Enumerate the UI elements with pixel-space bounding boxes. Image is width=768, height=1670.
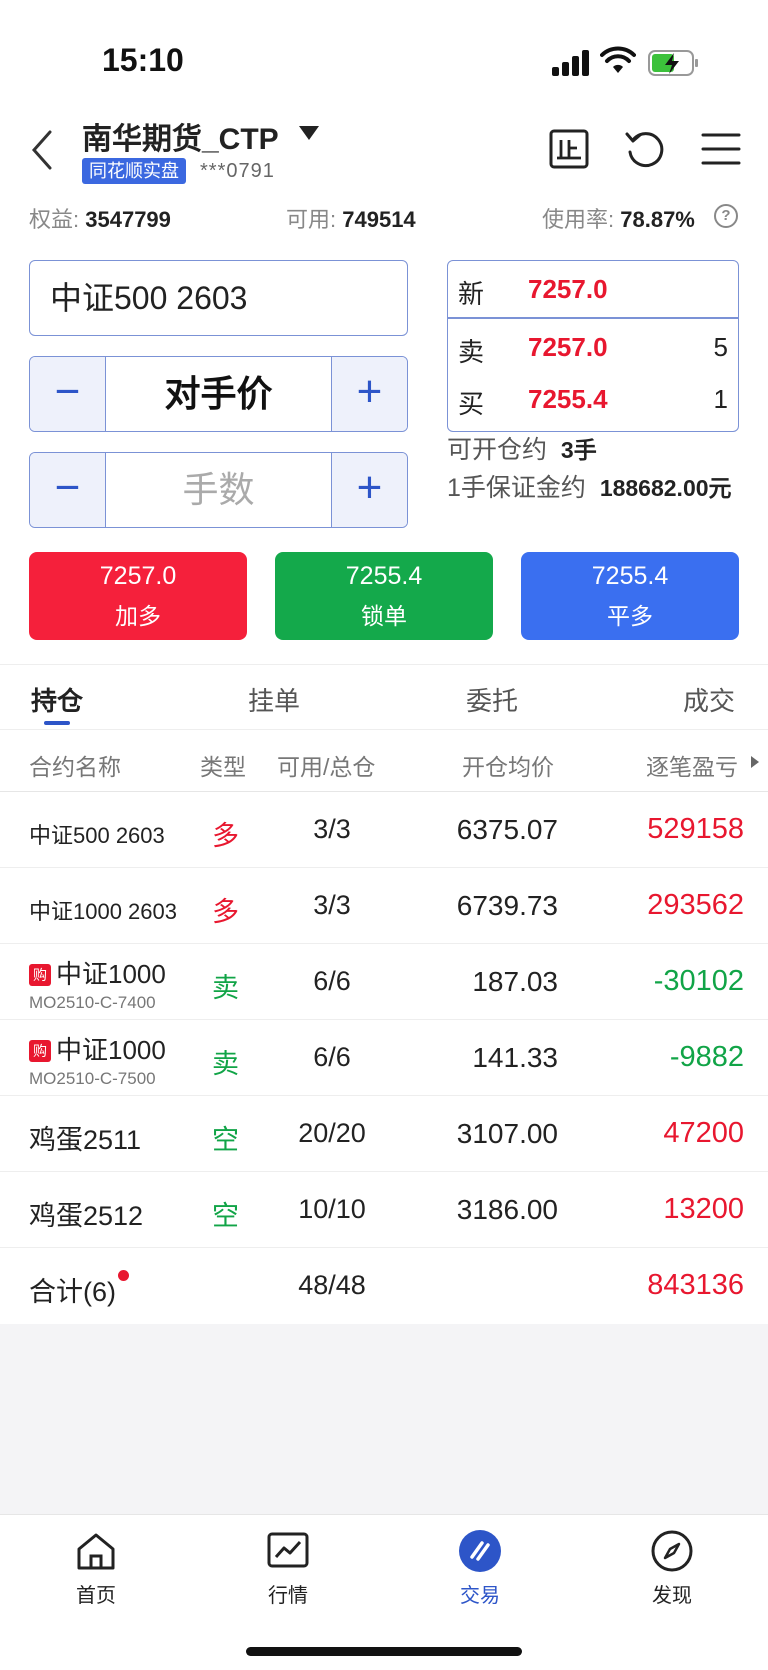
- price-minus-button[interactable]: −: [30, 357, 106, 431]
- total-qty: 48/48: [298, 1270, 366, 1300]
- refresh-icon[interactable]: [624, 128, 666, 170]
- available: 可用: 749514: [286, 207, 416, 232]
- tab-positions[interactable]: 持仓: [31, 681, 83, 718]
- account-id: ***0791: [200, 160, 275, 182]
- tab-orders[interactable]: 委托: [466, 681, 518, 718]
- table-row[interactable]: 中证1000 2603 多 3/3 6739.73 293562: [0, 868, 768, 944]
- battery-icon: [648, 50, 698, 76]
- table-row[interactable]: 中证500 2603 多 3/3 6375.07 529158: [0, 792, 768, 868]
- price-stepper: − 对手价 +: [29, 356, 408, 432]
- account-header: 南华期货_CTP 同花顺实盘 ***0791: [0, 110, 768, 190]
- account-type-badge: 同花顺实盘: [82, 158, 186, 184]
- nav-market[interactable]: 行情: [228, 1529, 348, 1608]
- tab-pending[interactable]: 挂单: [248, 681, 300, 718]
- available-value: 749514: [342, 207, 416, 232]
- call-option-tag: 购: [29, 1040, 51, 1062]
- col-contract[interactable]: 合约名称: [29, 748, 121, 782]
- price-plus-button[interactable]: +: [331, 357, 407, 431]
- trade-screen: 15:10 南华期货_CTP 同花顺实盘 ***0791 权益: 3547799…: [0, 0, 768, 1670]
- last-price: 7257.0: [528, 274, 608, 304]
- back-arrow-icon[interactable]: [28, 128, 58, 172]
- ask-price: 7257.0: [528, 332, 608, 362]
- menu-icon[interactable]: [700, 128, 742, 170]
- home-icon: [77, 1533, 115, 1570]
- tab-trades[interactable]: 成交: [683, 681, 735, 718]
- call-option-tag: 购: [29, 964, 51, 986]
- dropdown-caret-icon[interactable]: [298, 124, 320, 142]
- nav-discover[interactable]: 发现: [612, 1529, 732, 1608]
- nav-home[interactable]: 首页: [36, 1529, 156, 1608]
- positions-table: 合约名称 类型 可用/总仓 开仓均价 逐笔盈亏 中证500 2603 多 3/3…: [0, 730, 768, 1324]
- compass-icon: [651, 1530, 693, 1572]
- price-mode[interactable]: 对手价: [106, 357, 331, 431]
- ask-row[interactable]: 卖 7257.0 5: [448, 321, 738, 373]
- scroll-right-icon[interactable]: [750, 755, 760, 769]
- total-pnl: 843136: [647, 1269, 744, 1301]
- notification-dot: [118, 1270, 129, 1281]
- account-name[interactable]: 南华期货_CTP: [82, 114, 279, 158]
- can-open-info: 可开仓约 3手: [447, 436, 597, 464]
- status-time: 15:10: [102, 42, 184, 78]
- bid-row[interactable]: 买 7255.4 1: [448, 373, 738, 425]
- position-tabs: 持仓 挂单 委托 成交: [0, 664, 768, 730]
- can-open-value: 3手: [560, 437, 597, 463]
- table-row[interactable]: 鸡蛋2512 空 10/10 3186.00 13200: [0, 1172, 768, 1248]
- total-label: 合计(6): [29, 1277, 116, 1307]
- bid-volume: 1: [713, 384, 728, 414]
- table-header: 合约名称 类型 可用/总仓 开仓均价 逐笔盈亏: [0, 730, 768, 792]
- contract-input[interactable]: 中证500 2603: [29, 260, 408, 336]
- quote-panel: 新 7257.0 卖 7257.0 5 买 7255.4 1: [447, 260, 739, 432]
- equity-value: 3547799: [85, 207, 171, 232]
- table-row[interactable]: 购中证1000 MO2510-C-7400 卖 6/6 187.03 -3010…: [0, 944, 768, 1020]
- margin-info: 1手保证金约 188682.00元: [447, 474, 732, 502]
- table-row[interactable]: 购中证1000 MO2510-C-7500 卖 6/6 141.33 -9882: [0, 1020, 768, 1096]
- status-bar: 15:10: [0, 0, 768, 110]
- ask-volume: 5: [713, 332, 728, 362]
- divider: [448, 317, 738, 319]
- home-indicator[interactable]: [246, 1647, 522, 1656]
- quantity-stepper: − 手数 +: [29, 452, 408, 528]
- usage-rate: 使用率: 78.87%: [542, 207, 695, 232]
- total-row: 合计(6) 48/48 843136: [0, 1248, 768, 1324]
- add-long-button[interactable]: 7257.0 加多: [29, 552, 247, 640]
- bid-price: 7255.4: [528, 384, 608, 414]
- col-qty[interactable]: 可用/总仓: [277, 748, 375, 782]
- col-avg-price[interactable]: 开仓均价: [462, 748, 554, 782]
- quantity-minus-button[interactable]: −: [30, 453, 106, 527]
- margin-value: 188682.00元: [599, 475, 732, 501]
- chart-icon: [267, 1532, 309, 1568]
- lock-position-button[interactable]: 7255.4 锁单: [275, 552, 493, 640]
- cellular-signal-icon: [552, 50, 590, 76]
- help-icon[interactable]: ?: [714, 204, 738, 228]
- nav-trade[interactable]: 交易: [420, 1529, 540, 1608]
- trade-icon: [459, 1530, 501, 1572]
- last-price-row: 新 7257.0: [458, 274, 608, 309]
- account-summary: 权益: 3547799 可用: 749514 使用率: 78.87% ?: [0, 190, 768, 236]
- equity: 权益: 3547799: [29, 207, 171, 232]
- col-pnl[interactable]: 逐笔盈亏: [646, 748, 738, 782]
- order-form: 中证500 2603 − 对手价 + − 手数 + 新 7257.0 卖 725…: [0, 236, 768, 664]
- quantity-input[interactable]: 手数: [106, 453, 331, 527]
- wifi-icon: [600, 46, 636, 73]
- close-long-button[interactable]: 7255.4 平多: [521, 552, 739, 640]
- bottom-nav: 首页 行情 交易 发现: [0, 1514, 768, 1670]
- quantity-plus-button[interactable]: +: [331, 453, 407, 527]
- col-type[interactable]: 类型: [200, 748, 246, 782]
- stop-order-icon[interactable]: [548, 128, 590, 170]
- active-tab-indicator: [44, 721, 70, 725]
- table-row[interactable]: 鸡蛋2511 空 20/20 3107.00 47200: [0, 1096, 768, 1172]
- usage-value: 78.87%: [620, 207, 695, 232]
